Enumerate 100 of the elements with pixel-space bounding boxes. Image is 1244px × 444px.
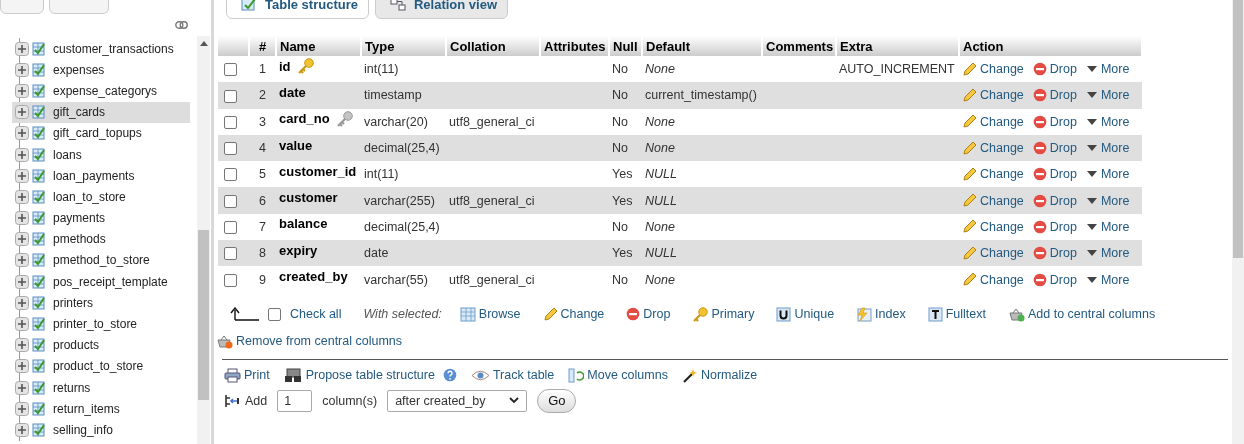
row-checkbox[interactable] xyxy=(224,247,237,261)
column-header[interactable]: # xyxy=(249,36,276,56)
scrollbar-thumb[interactable] xyxy=(198,230,209,400)
add-central-link[interactable]: Add to central columns xyxy=(1008,306,1156,322)
drop-link[interactable]: Drop xyxy=(1032,114,1077,129)
normalize-link[interactable]: Normalize xyxy=(681,367,758,383)
column-header[interactable]: Collation xyxy=(446,36,540,56)
expand-icon[interactable] xyxy=(15,83,29,98)
row-checkbox[interactable] xyxy=(224,168,237,182)
more-link[interactable]: More xyxy=(1085,167,1130,182)
change-link[interactable]: Change xyxy=(962,219,1024,235)
expand-icon[interactable] xyxy=(15,105,29,120)
column-header[interactable]: Extra xyxy=(836,36,959,56)
column-count-field[interactable]: 1 xyxy=(277,389,313,412)
sidebar-item[interactable]: product_to_store xyxy=(12,355,190,377)
sidebar-item[interactable]: printers xyxy=(12,292,190,314)
drop-link[interactable]: Drop xyxy=(1032,88,1077,103)
sidebar-item[interactable]: gift_card_topups xyxy=(12,122,190,144)
expand-icon[interactable] xyxy=(15,168,29,183)
column-header[interactable]: Name xyxy=(276,36,361,56)
expand-icon[interactable] xyxy=(15,62,29,77)
print-link[interactable]: Print xyxy=(224,367,270,383)
propose-link[interactable]: Propose table structure xyxy=(283,367,435,383)
change-link[interactable]: Change xyxy=(962,272,1024,287)
expand-icon[interactable] xyxy=(15,422,29,437)
sidebar-item[interactable]: expenses xyxy=(12,59,190,81)
sidebar-item[interactable]: expense_categorys xyxy=(12,80,190,102)
change-link[interactable]: Change xyxy=(962,245,1024,261)
scrollbar[interactable] xyxy=(197,36,210,444)
sidebar-item[interactable]: printer_to_store xyxy=(12,313,190,335)
expand-icon[interactable] xyxy=(15,232,29,247)
tab[interactable]: Relation view xyxy=(374,0,509,19)
column-header[interactable]: Attributes xyxy=(540,36,609,56)
row-checkbox[interactable] xyxy=(224,115,237,129)
help-icon[interactable] xyxy=(442,368,457,383)
scrollbar-thumb[interactable] xyxy=(1233,0,1243,258)
expand-icon[interactable] xyxy=(15,380,29,395)
sidebar-item[interactable]: loans xyxy=(12,143,190,166)
drop-link[interactable]: Drop xyxy=(1032,141,1077,156)
more-link[interactable]: More xyxy=(1085,141,1130,156)
scroll-up-icon[interactable] xyxy=(200,41,208,46)
sidebar-item[interactable]: loan_to_store xyxy=(12,186,190,208)
more-link[interactable]: More xyxy=(1085,193,1130,208)
row-checkbox[interactable] xyxy=(224,194,237,208)
expand-icon[interactable] xyxy=(15,274,29,289)
row-checkbox[interactable] xyxy=(224,63,237,77)
change-link[interactable]: Change xyxy=(542,306,605,322)
change-link[interactable]: Change xyxy=(962,114,1024,130)
expand-icon[interactable] xyxy=(15,189,29,204)
sidebar-item[interactable]: pmethod_to_store xyxy=(12,249,190,272)
link-icon[interactable] xyxy=(175,21,188,29)
sidebar-item[interactable]: selling_info xyxy=(12,419,190,441)
more-link[interactable]: More xyxy=(1085,219,1130,234)
expand-icon[interactable] xyxy=(15,211,29,226)
change-link[interactable]: Change xyxy=(962,140,1024,156)
expand-icon[interactable] xyxy=(15,41,29,56)
remove-central-link[interactable]: Remove from central columns xyxy=(216,333,403,349)
position-dropdown[interactable]: after created_by xyxy=(387,389,528,412)
check-all-checkbox[interactable]: Check all xyxy=(268,307,342,322)
column-header[interactable]: Action xyxy=(959,36,1142,56)
sidebar-item[interactable]: return_items xyxy=(12,398,190,420)
drop-link[interactable]: Drop xyxy=(1032,219,1077,234)
sidebar-item[interactable]: returns xyxy=(12,377,190,399)
sidebar-item[interactable]: customer_transactions xyxy=(12,38,190,60)
drop-link[interactable]: Drop xyxy=(1032,193,1077,208)
drop-link[interactable]: Drop xyxy=(626,307,671,322)
drop-link[interactable]: Drop xyxy=(1032,246,1077,261)
browse-link[interactable]: Browse xyxy=(459,306,521,322)
change-link[interactable]: Change xyxy=(962,87,1024,103)
more-link[interactable]: More xyxy=(1085,62,1130,77)
column-header[interactable]: Null xyxy=(609,36,642,56)
expand-icon[interactable] xyxy=(15,126,29,141)
scrollbar[interactable] xyxy=(1232,0,1244,444)
expand-icon[interactable] xyxy=(15,401,29,416)
row-checkbox[interactable] xyxy=(224,273,237,287)
sidebar-item[interactable]: loan_payments xyxy=(12,165,190,187)
sidebar-item[interactable]: gift_cards xyxy=(12,101,190,123)
column-header[interactable]: Comments xyxy=(762,36,836,56)
more-link[interactable]: More xyxy=(1085,246,1130,261)
unique-link[interactable]: Unique xyxy=(776,306,835,322)
row-checkbox[interactable] xyxy=(224,142,237,156)
index-link[interactable]: Index xyxy=(856,306,906,322)
drop-link[interactable]: Drop xyxy=(1032,272,1077,287)
more-link[interactable]: More xyxy=(1085,114,1130,129)
expand-icon[interactable] xyxy=(15,317,29,332)
more-link[interactable]: More xyxy=(1085,88,1130,103)
expand-icon[interactable] xyxy=(15,253,29,268)
fulltext-link[interactable]: Fulltext xyxy=(927,306,986,322)
drop-link[interactable]: Drop xyxy=(1032,167,1077,182)
expand-icon[interactable] xyxy=(15,359,29,374)
change-link[interactable]: Change xyxy=(962,193,1024,209)
sidebar-item[interactable]: pos_receipt_template xyxy=(12,271,190,293)
row-checkbox[interactable] xyxy=(224,221,237,235)
column-header[interactable]: Default xyxy=(642,36,762,56)
go-button[interactable]: Go xyxy=(537,388,577,413)
sidebar-item[interactable]: pmethods xyxy=(12,228,190,250)
change-link[interactable]: Change xyxy=(962,61,1024,77)
sidebar-item[interactable]: products xyxy=(12,334,190,356)
column-header[interactable]: Type xyxy=(361,36,446,56)
expand-icon[interactable] xyxy=(15,147,29,162)
